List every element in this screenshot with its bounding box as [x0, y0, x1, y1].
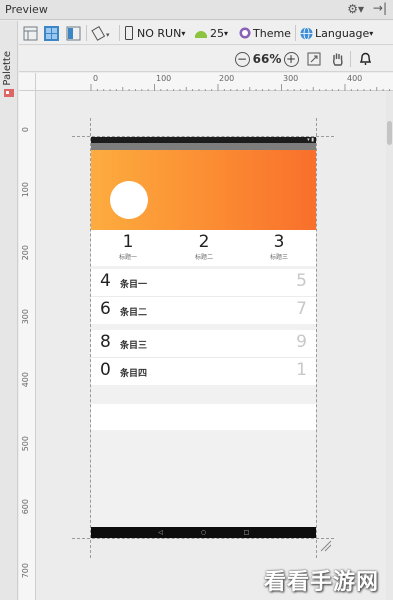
vertical-ruler: 0 100 200 300 400 500 600 700: [19, 91, 36, 600]
watermark-text: 看看手游网: [264, 570, 380, 595]
ruler-label: 100: [156, 74, 172, 83]
item-right-number: 9: [296, 332, 307, 352]
ruler-label: 100: [21, 182, 30, 198]
globe-icon: [300, 26, 313, 40]
item-left-number: 0: [100, 360, 111, 380]
ruler-label: 200: [21, 245, 30, 261]
zoom-in-button[interactable]: +: [283, 50, 299, 68]
device-preview[interactable]: ▾ ▮ 1 标题一 2 标题二 3 标题三 4 条目一 5 6 条目二 7 8 …: [91, 137, 316, 538]
api-level-dropdown[interactable]: 25 ▾: [194, 24, 228, 42]
toolbar: ▾ NO RUN ▾ 25 ▾ Theme Language ▾: [19, 21, 393, 45]
item-title: 条目四: [120, 369, 148, 379]
theme-button[interactable]: Theme: [239, 24, 291, 42]
item-right-number: 1: [296, 360, 307, 380]
theme-icon: [239, 27, 251, 39]
guide-line: [72, 538, 334, 539]
ruler-label: 400: [347, 74, 363, 83]
zoom-bar: − 66% +: [19, 46, 393, 72]
app-bar: [91, 143, 316, 150]
horizontal-ruler: 0 100 200 300 400: [36, 73, 393, 91]
run-config-label: NO RUN: [137, 26, 182, 40]
list-item[interactable]: 8 条目三 9: [91, 330, 316, 357]
android-icon: [195, 31, 207, 38]
svg-text:▾: ▾: [106, 31, 110, 39]
blueprint-view-icon[interactable]: [44, 24, 59, 42]
ruler-ticks: [90, 84, 390, 91]
stat-item[interactable]: 2 标题二: [174, 230, 234, 263]
window-title: Preview: [5, 3, 48, 16]
list-item[interactable]: 4 条目一 5: [91, 269, 316, 296]
item-title: 条目三: [120, 341, 148, 351]
stats-row: 1 标题一 2 标题二 3 标题三: [91, 230, 316, 266]
item-title: 条目二: [120, 308, 148, 318]
empty-row: [91, 404, 316, 430]
gear-icon[interactable]: ⚙▾: [347, 2, 364, 16]
stat-value: 2: [198, 232, 210, 252]
split-view-icon[interactable]: [66, 24, 81, 42]
list-item[interactable]: 0 条目四 1: [91, 358, 316, 385]
list-group-1: 4 条目一 5 6 条目二 7: [91, 269, 316, 324]
zoom-level: 66%: [252, 52, 282, 66]
device-icon: [125, 26, 133, 40]
palette-strip: Palette: [0, 21, 18, 600]
design-view-icon[interactable]: [23, 24, 38, 42]
ruler-label: 200: [219, 74, 235, 83]
ruler-label: 700: [21, 563, 30, 579]
ruler-label: 300: [283, 74, 299, 83]
stat-label: 标题一: [118, 254, 137, 261]
item-left-number: 6: [100, 299, 111, 319]
ruler-label: 600: [21, 499, 30, 515]
item-title: 条目一: [120, 280, 148, 290]
ruler-label: 0: [21, 127, 30, 133]
guide-line: [316, 118, 317, 558]
palette-tab[interactable]: Palette: [2, 51, 13, 86]
theme-label: Theme: [253, 26, 291, 40]
stat-value: 3: [273, 232, 285, 252]
item-right-number: 5: [296, 271, 307, 291]
ruler-label: 400: [21, 372, 30, 388]
ruler-label: 500: [21, 436, 30, 452]
minus-icon: −: [234, 51, 250, 67]
api-level-label: 25: [210, 26, 224, 40]
plus-icon: +: [283, 51, 299, 67]
item-left-number: 8: [100, 332, 111, 352]
notifications-button[interactable]: [357, 50, 373, 68]
home-icon[interactable]: ○: [200, 529, 207, 536]
fit-screen-icon: [307, 52, 321, 66]
zoom-to-fit-button[interactable]: [306, 50, 322, 68]
run-config-dropdown[interactable]: NO RUN ▾: [125, 24, 185, 42]
avatar[interactable]: [110, 181, 148, 219]
item-left-number: 4: [100, 271, 111, 291]
back-icon[interactable]: ◁: [157, 529, 164, 536]
recents-icon[interactable]: □: [243, 529, 250, 536]
pan-button[interactable]: [330, 50, 346, 68]
ruler-corner: [19, 73, 36, 91]
profile-header: [91, 150, 316, 230]
resize-handle-icon[interactable]: [320, 540, 332, 552]
scrollbar-thumb[interactable]: [387, 121, 392, 145]
palette-icon[interactable]: [3, 87, 15, 99]
zoom-out-button[interactable]: −: [234, 50, 250, 68]
language-dropdown[interactable]: Language ▾: [300, 24, 373, 42]
hide-panel-icon[interactable]: →|: [373, 1, 387, 15]
list-item[interactable]: 6 条目二 7: [91, 297, 316, 324]
stat-item[interactable]: 1 标题一: [98, 230, 158, 263]
stat-value: 1: [122, 232, 134, 252]
ruler-label: 0: [93, 74, 99, 83]
item-right-number: 7: [296, 299, 307, 319]
navigation-bar: ◁ ○ □: [91, 527, 316, 538]
language-label: Language: [315, 26, 370, 40]
ruler-label: 300: [21, 309, 30, 325]
stat-item[interactable]: 3 标题三: [249, 230, 309, 263]
list-group-2: 8 条目三 9 0 条目四 1: [91, 330, 316, 385]
hand-icon: [332, 53, 343, 66]
bell-icon: [359, 52, 371, 65]
vertical-scrollbar[interactable]: [386, 91, 393, 600]
stat-label: 标题三: [269, 254, 288, 261]
stat-label: 标题二: [194, 254, 213, 261]
title-bar: Preview ⚙▾ →|: [0, 0, 393, 20]
orientation-icon[interactable]: ▾: [91, 24, 113, 42]
